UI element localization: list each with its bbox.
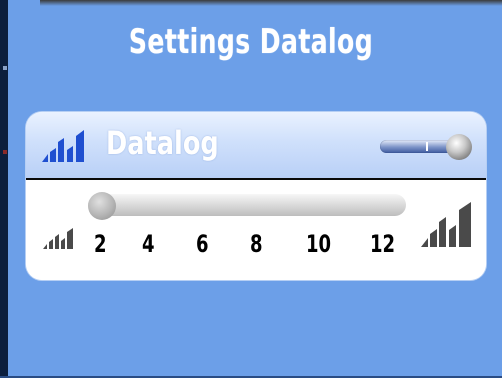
signal-low-icon <box>43 228 73 249</box>
signal-high-icon <box>421 202 471 247</box>
tick-label-10: 10 <box>306 230 332 258</box>
tick-label-12: 12 <box>370 230 396 258</box>
edge-mark <box>3 150 7 154</box>
datalog-label: Datalog <box>106 124 219 162</box>
toggle-on-mark <box>426 142 428 151</box>
tick-label-8: 8 <box>250 230 263 258</box>
signal-bars-icon <box>42 130 84 162</box>
tick-label-2: 2 <box>94 230 107 258</box>
tick-label-6: 6 <box>196 230 209 258</box>
left-edge-bar <box>0 0 8 378</box>
datalog-toggle[interactable] <box>380 134 472 160</box>
interval-slider[interactable] <box>88 194 406 216</box>
page-title: Settings Datalog <box>128 22 374 62</box>
edge-mark <box>3 66 7 70</box>
slider-knob[interactable] <box>88 192 116 220</box>
card-header: Datalog <box>26 112 486 180</box>
tick-label-4: 4 <box>142 230 155 258</box>
top-strip <box>40 0 502 6</box>
toggle-knob[interactable] <box>446 134 472 160</box>
datalog-card: Datalog 2 4 6 8 10 12 <box>26 112 486 280</box>
